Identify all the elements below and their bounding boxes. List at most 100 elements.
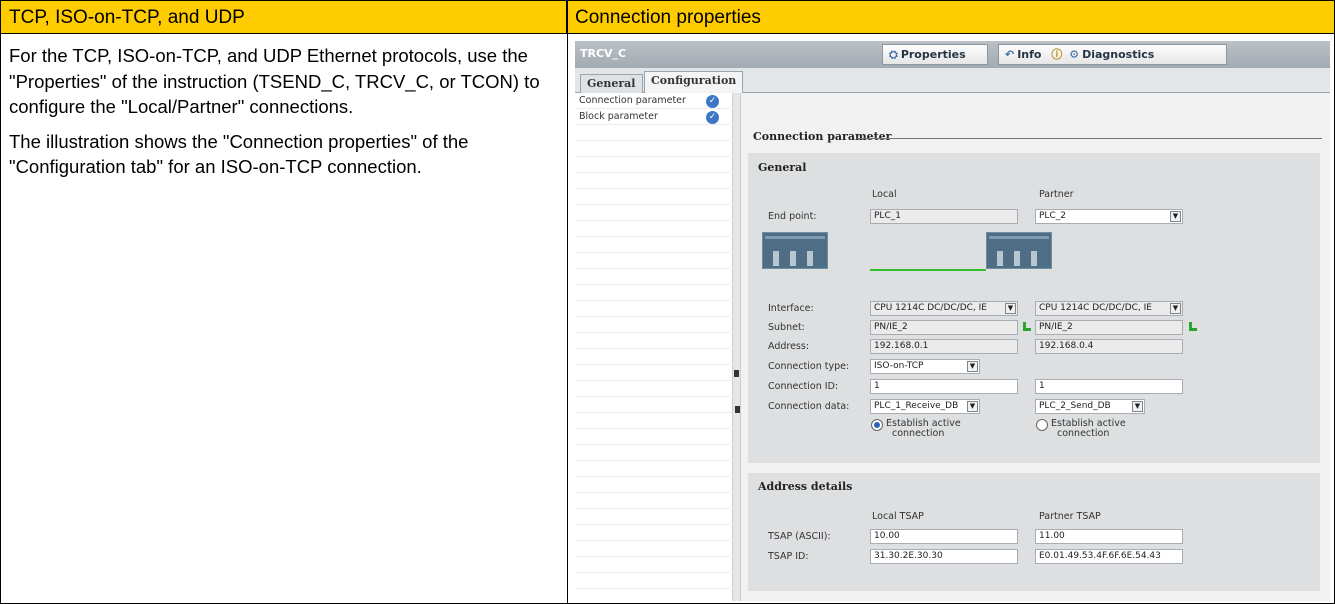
plc-module-stripe [765, 236, 825, 239]
local-tsap-column-label: Local TSAP [872, 511, 924, 522]
nav-row-divider [575, 525, 733, 541]
section-title: Connection parameter [753, 130, 892, 143]
nav-row-divider [575, 445, 733, 461]
partner-establish-active-label: Establish active connection [1051, 419, 1141, 439]
local-connection-data-select[interactable]: PLC_1_Receive_DB ▼ [870, 399, 980, 414]
partner-establish-active-radio[interactable] [1036, 419, 1048, 431]
dropdown-arrow-icon[interactable]: ▼ [1170, 303, 1181, 314]
dropdown-arrow-icon[interactable]: ▼ [1132, 401, 1143, 412]
tab-properties-label: Properties [900, 48, 966, 61]
plc-slot [807, 251, 813, 266]
dropdown-arrow-icon[interactable]: ▼ [1005, 303, 1016, 314]
partner-interface-select[interactable]: CPU 1214C DC/DC/DC, IE ▼ [1035, 301, 1183, 316]
partner-tsap-id-field[interactable]: E0.01.49.53.4F.6F.6E.54.43 [1035, 549, 1183, 564]
info-warning-icon: ⓘ [1051, 48, 1063, 61]
instruction-title: TRCV_C [580, 47, 627, 60]
nav-row-divider [575, 573, 733, 589]
connection-type-select[interactable]: ISO-on-TCP ▼ [870, 359, 980, 374]
nav-row-divider [575, 381, 733, 397]
dropdown-arrow-icon[interactable]: ▼ [1170, 211, 1181, 222]
address-details-group: Address details [748, 473, 1320, 591]
nav-row-divider [575, 237, 733, 253]
nav-row-divider [575, 221, 733, 237]
check-circle-icon: ✓ [706, 95, 719, 108]
inspector-title-bar: TRCV_C ⛭ Properties ↶ Info ⓘ ⚙ Diagnostics [575, 41, 1330, 68]
nav-row-divider [575, 461, 733, 477]
left-column-header: TCP, ISO-on-TCP, and UDP [1, 1, 567, 34]
nav-row-divider [575, 269, 733, 285]
local-interface-value: CPU 1214C DC/DC/DC, IE [874, 303, 987, 313]
nav-item-connection-parameter[interactable]: Connection parameter [579, 95, 686, 106]
plc-slot [790, 251, 796, 266]
diagnostics-icon: ⚙ [1069, 48, 1080, 61]
check-circle-icon: ✓ [706, 111, 719, 124]
connection-data-label: Connection data: [768, 401, 850, 412]
tab-configuration[interactable]: Configuration [644, 71, 744, 93]
properties-panel-screenshot: TRCV_C ⛭ Properties ↶ Info ⓘ ⚙ Diagnostics … [575, 41, 1330, 601]
info-tab-icon: ↶ [1005, 48, 1015, 61]
description-paragraph-2: The illustration shows the "Connection p… [9, 130, 469, 178]
nav-row-divider [575, 253, 733, 269]
partner-plc-image [986, 232, 1052, 269]
tab-general[interactable]: General [580, 74, 643, 93]
connection-type-value: ISO-on-TCP [874, 361, 924, 371]
nav-item-block-parameter[interactable]: Block parameter [579, 111, 658, 122]
dropdown-arrow-icon[interactable]: ▼ [967, 361, 978, 372]
network-icon [1021, 322, 1031, 333]
end-point-label: End point: [768, 211, 817, 222]
plc-slot [997, 251, 1003, 266]
collapse-arrow-icon[interactable] [734, 370, 739, 377]
tab-properties[interactable]: ⛭ Properties [882, 44, 988, 65]
connection-type-label: Connection type: [768, 361, 850, 372]
partner-subnet-field: PN/IE_2 [1035, 320, 1183, 335]
tsap-ascii-label: TSAP (ASCII): [768, 531, 831, 542]
local-address-field: 192.168.0.1 [870, 339, 1018, 354]
plc-slot [1031, 251, 1037, 266]
nav-row-divider [575, 429, 733, 445]
local-interface-select[interactable]: CPU 1214C DC/DC/DC, IE ▼ [870, 301, 1018, 316]
panel-splitter[interactable] [733, 93, 741, 601]
partner-connection-data-select[interactable]: PLC_2_Send_DB ▼ [1035, 399, 1145, 414]
nav-row-divider [575, 173, 733, 189]
partner-column-label: Partner [1039, 189, 1074, 200]
nav-row-divider [575, 509, 733, 525]
nav-row-divider [575, 333, 733, 349]
network-icon [1187, 322, 1197, 333]
local-end-point-field: PLC_1 [870, 209, 1018, 224]
nav-row-divider [575, 413, 733, 429]
nav-row-divider [575, 285, 733, 301]
description-cell: For the TCP, ISO-on-TCP, and UDP Etherne… [9, 43, 559, 189]
right-column-header: Connection properties [567, 1, 1334, 34]
radio-label-line: connection [1057, 428, 1110, 439]
column-divider [567, 1, 568, 604]
tab-info-diagnostics[interactable]: ↶ Info ⓘ ⚙ Diagnostics [998, 44, 1227, 65]
nav-row-divider [575, 493, 733, 509]
nav-row-divider [575, 397, 733, 413]
section-title-rule [857, 138, 1322, 139]
partner-end-point-select[interactable]: PLC_2 ▼ [1035, 209, 1183, 224]
local-tsap-ascii-field[interactable]: 10.00 [870, 529, 1018, 544]
expand-arrow-icon[interactable] [735, 406, 740, 413]
plc-module-stripe [989, 236, 1049, 239]
properties-icon: ⛭ [889, 48, 898, 61]
local-establish-active-label: Establish active connection [886, 419, 976, 439]
plc-slot [1014, 251, 1020, 266]
local-tsap-id-field[interactable]: 31.30.2E.30.30 [870, 549, 1018, 564]
nav-row-divider [575, 349, 733, 365]
partner-interface-value: CPU 1214C DC/DC/DC, IE [1039, 303, 1152, 313]
local-subnet-field: PN/IE_2 [870, 320, 1018, 335]
nav-row-divider [575, 301, 733, 317]
local-column-label: Local [872, 189, 897, 200]
dropdown-arrow-icon[interactable]: ▼ [967, 401, 978, 412]
local-establish-active-radio[interactable] [871, 419, 883, 431]
tsap-id-label: TSAP ID: [768, 551, 809, 562]
partner-connection-id-field[interactable]: 1 [1035, 379, 1183, 394]
nav-row-divider [575, 541, 733, 557]
partner-address-field: 192.168.0.4 [1035, 339, 1183, 354]
nav-row-divider [575, 205, 733, 221]
address-label: Address: [768, 341, 810, 352]
nav-row-divider [575, 125, 733, 141]
partner-tsap-ascii-field[interactable]: 11.00 [1035, 529, 1183, 544]
local-connection-data-value: PLC_1_Receive_DB [874, 401, 959, 411]
local-connection-id-field[interactable]: 1 [870, 379, 1018, 394]
